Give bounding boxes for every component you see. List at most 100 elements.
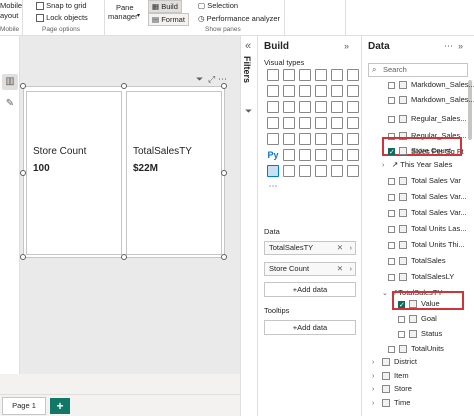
stacked-bar-chart-icon[interactable] [267,69,279,81]
chevron-right-icon[interactable]: » [344,41,349,51]
smart-narrative-icon[interactable] [331,149,343,161]
resize-handle[interactable] [20,254,26,260]
filters-label[interactable]: Filters [242,56,252,83]
card-visual-icon[interactable] [331,117,343,129]
snap-to-grid-option[interactable]: Snap to grid [36,1,87,11]
chevron-right-icon[interactable]: › [350,242,353,254]
field-checkbox[interactable] [388,209,395,217]
page-tab-page-1[interactable]: Page 1 [2,397,46,415]
field-item[interactable]: Markdown_Sales... [388,93,474,106]
mobile-layout-label-2[interactable]: ayout [0,11,18,20]
line-chart-icon[interactable] [267,85,279,97]
field-checkbox[interactable] [388,96,395,104]
table-item-item[interactable]: › Item [372,369,409,382]
table-item-time[interactable]: › Time [372,396,410,409]
data-well-item-totalsalesty[interactable]: TotalSalesTY ✕ › [264,241,356,255]
add-tooltip-data-button[interactable]: +Add data [264,320,356,335]
multi-row-card-icon[interactable] [267,133,279,145]
clustered-column-chart-icon[interactable] [315,69,327,81]
field-checkbox[interactable] [388,345,395,353]
azure-map-icon[interactable] [283,165,295,177]
qa-visual-icon[interactable] [315,149,327,161]
expand-chevron-icon[interactable]: « [245,40,251,52]
resize-handle[interactable] [221,254,227,260]
field-checkbox[interactable] [388,177,395,185]
clustered-bar-chart-icon[interactable] [299,69,311,81]
field-checkbox[interactable] [398,315,405,323]
field-item-store-count[interactable]: Store Count [388,144,451,159]
field-item[interactable]: Total Sales Var [388,174,461,187]
field-item[interactable]: Total Sales Var... [388,206,467,219]
new-card-icon[interactable] [267,165,279,177]
metrics-icon[interactable] [331,165,343,177]
field-checkbox[interactable] [398,330,405,338]
field-checkbox-checked[interactable] [388,146,395,159]
chevron-right-icon[interactable]: » [458,41,463,51]
format-painter-icon[interactable]: ✎ [2,96,18,112]
table-icon[interactable] [299,133,311,145]
chevron-right-icon[interactable]: › [372,397,380,410]
total-sales-card[interactable]: TotalSalesTY $22M [126,91,222,255]
trophy-icon[interactable] [347,133,359,145]
remove-icon[interactable]: ✕ [337,242,343,254]
matrix-icon[interactable] [315,133,327,145]
ribbon-chart-icon[interactable] [347,85,359,97]
table-item-store[interactable]: › Store [372,382,412,395]
chevron-right-icon[interactable]: › [350,263,353,275]
shape-map-icon[interactable] [299,117,311,129]
chevron-right-icon[interactable]: › [372,383,380,396]
field-item[interactable]: TotalSales [388,254,446,267]
selection-pane-toggle[interactable]: ▢ Selection [198,1,238,10]
add-data-button[interactable]: +Add data [264,282,356,297]
field-item[interactable]: Markdown_Sales... [388,78,474,91]
filled-map-icon[interactable] [283,117,295,129]
kpi-icon[interactable] [347,117,359,129]
report-view-icon[interactable]: ▥ [2,74,18,90]
field-checkbox[interactable] [388,273,395,281]
scatter-chart-icon[interactable] [299,101,311,113]
resize-handle[interactable] [121,254,127,260]
field-checkbox[interactable] [388,257,395,265]
stacked-area-chart-icon[interactable] [299,85,311,97]
data-well-item-store-count[interactable]: Store Count ✕ › [264,262,356,276]
field-item[interactable]: Goal [398,312,437,325]
field-item[interactable]: TotalUnits [388,342,444,355]
python-visual-icon[interactable]: Py [267,149,279,161]
resize-handle[interactable] [121,83,127,89]
more-visuals-icon[interactable]: ⋯ [267,181,279,193]
resize-handle[interactable] [221,170,227,176]
chevron-right-icon[interactable]: › [382,159,390,172]
resize-handle[interactable] [221,83,227,89]
card-visual[interactable]: Store Count 100 TotalSalesTY $22M [20,83,227,260]
chevron-down-icon[interactable]: ⌄ [382,287,390,300]
focus-mode-icon[interactable]: ⤢ [208,74,215,85]
key-influencers-icon[interactable] [283,149,295,161]
r-visual-icon[interactable] [331,133,343,145]
waterfall-chart-icon[interactable] [267,101,279,113]
field-item[interactable]: Regular_Sales... [388,112,466,125]
field-item[interactable]: Status [398,327,442,340]
performance-analyzer-toggle[interactable]: ◷ Performance analyzer [198,14,280,23]
area-chart-icon[interactable] [283,85,295,97]
decomposition-tree-icon[interactable] [299,149,311,161]
pane-manager-label-2[interactable]: manager [108,12,138,21]
field-checkbox[interactable] [388,81,395,89]
chevron-right-icon[interactable]: › [372,370,380,383]
add-page-button[interactable]: + [50,398,70,414]
paginated-report-icon[interactable] [347,149,359,161]
field-item-value[interactable]: Value [398,297,440,312]
funnel-chart-icon[interactable] [283,101,295,113]
power-automate-icon[interactable] [315,165,327,177]
arcgis-map-icon[interactable] [347,165,359,177]
line-clustered-column-icon[interactable] [315,85,327,97]
gauge-icon[interactable] [315,117,327,129]
field-item[interactable]: Total Sales Var... [388,190,467,203]
field-checkbox[interactable] [388,241,395,249]
100-percent-column-chart-icon[interactable] [347,69,359,81]
100-percent-bar-chart-icon[interactable] [331,69,343,81]
filters-pane-collapsed[interactable]: « Filters ⏷ [240,36,258,416]
slicer-icon[interactable] [283,133,295,145]
pie-chart-icon[interactable] [315,101,327,113]
filter-icon[interactable]: ⏷ [196,74,203,85]
folder-item[interactable]: › ↗ This Year Sales [382,158,452,171]
